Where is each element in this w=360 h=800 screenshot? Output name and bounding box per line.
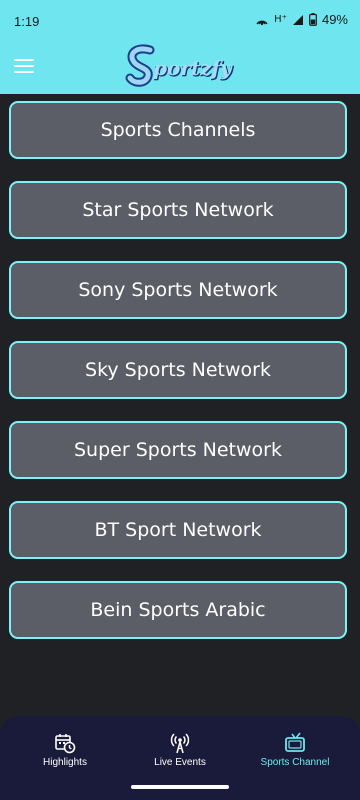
broadcast-tower-icon: [170, 733, 190, 754]
nav-item-highlights[interactable]: Highlights: [10, 732, 120, 768]
nav-item-live-events[interactable]: Live Events: [125, 732, 235, 768]
calendar-clock-icon: [55, 734, 76, 754]
hamburger-menu-icon[interactable]: [14, 59, 34, 75]
signal-icon: [292, 14, 303, 25]
app-bar: portzfy portzfy: [0, 42, 360, 94]
status-icons: H⁺ 49%: [255, 12, 348, 27]
nav-label-highlights: Highlights: [43, 757, 87, 768]
nav-label-sports-channel: Sports Channel: [260, 757, 330, 768]
channel-button-bein-sports[interactable]: Bein Sports Arabic: [9, 581, 347, 639]
hotspot-icon: [256, 20, 268, 25]
tv-icon: [285, 732, 305, 752]
svg-text:portzfy: portzfy: [153, 56, 233, 80]
network-type-icon: H⁺: [274, 14, 287, 25]
app-logo: portzfy portzfy: [125, 44, 234, 87]
nav-label-live-events: Live Events: [154, 757, 206, 768]
battery-icon: [309, 13, 317, 26]
status-bar: 1:19 H⁺ 49%: [0, 0, 360, 42]
channel-button-super-sports[interactable]: Super Sports Network: [9, 421, 347, 479]
channel-button-sony-sports[interactable]: Sony Sports Network: [9, 261, 347, 319]
battery-percent: 49%: [321, 12, 348, 27]
channel-button-bt-sport[interactable]: BT Sport Network: [9, 501, 347, 559]
nav-item-sports-channel[interactable]: Sports Channel: [240, 732, 350, 768]
home-indicator[interactable]: [131, 785, 229, 789]
channel-button-sky-sports[interactable]: Sky Sports Network: [9, 341, 347, 399]
channel-button-sports-channels[interactable]: Sports Channels: [9, 101, 347, 159]
channel-button-star-sports[interactable]: Star Sports Network: [9, 181, 347, 239]
status-time: 1:19: [14, 14, 40, 29]
